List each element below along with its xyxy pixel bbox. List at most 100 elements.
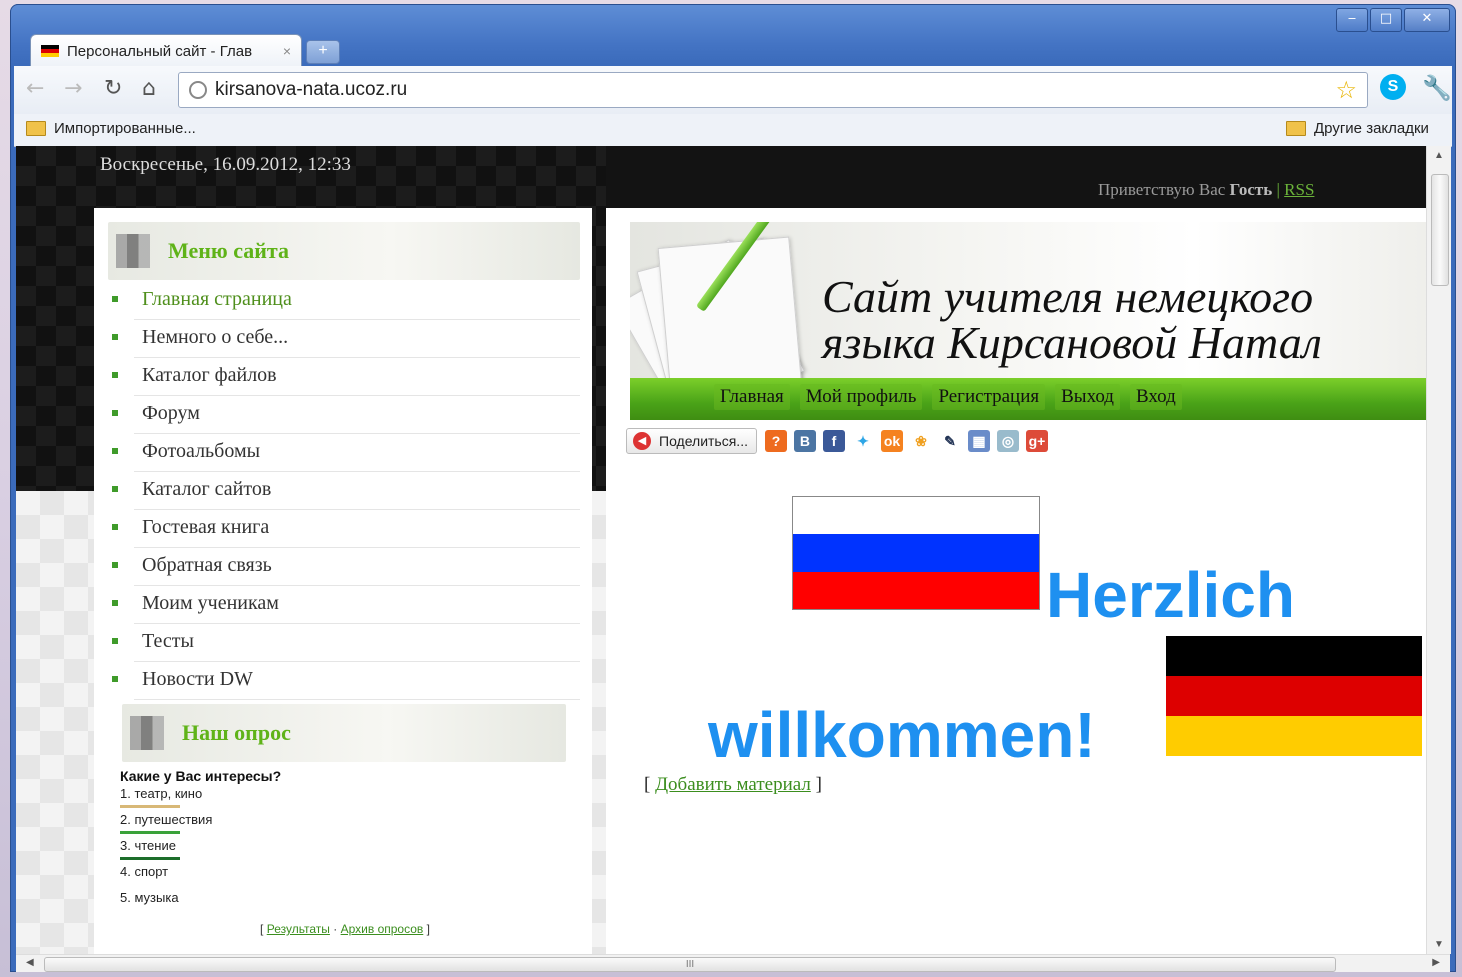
scroll-up-icon[interactable]: ▲: [1427, 150, 1451, 161]
poll-options: 1. театр, кино 2. путешествия 3. чтение 4. …: [120, 786, 570, 916]
forward-icon[interactable]: →: [64, 76, 82, 101]
welcome-word-2: willkommen!: [708, 699, 1096, 771]
greeting-prefix: Приветствую Вас: [1098, 180, 1226, 199]
menu-item[interactable]: Главная страница: [112, 282, 580, 320]
menu-item[interactable]: Немного о себе...: [112, 320, 580, 358]
delicious-icon[interactable]: ▦: [967, 430, 990, 452]
skype-icon[interactable]: S: [1380, 74, 1406, 100]
poll: Какие у Вас интересы? 1. театр, кино 2. п…: [120, 768, 570, 936]
scroll-thumb[interactable]: III: [44, 957, 1336, 972]
close-button[interactable]: ✕: [1404, 8, 1450, 32]
menu-item[interactable]: Фотоальбомы: [112, 434, 580, 472]
new-tab-button[interactable]: +: [306, 40, 340, 64]
menu-item[interactable]: Новости DW: [112, 662, 580, 700]
window-controls: ‒ □ ✕: [1334, 8, 1450, 32]
nav-login[interactable]: Вход: [1129, 384, 1182, 410]
block-icon: [116, 234, 150, 268]
scroll-down-icon[interactable]: ▼: [1427, 939, 1451, 950]
poll-option: 3. чтение: [120, 838, 570, 864]
add-material: [ Добавить материал ]: [644, 774, 822, 796]
scroll-left-icon[interactable]: ◀: [26, 957, 34, 968]
bracket: ]: [426, 922, 430, 936]
separator: |: [1276, 180, 1280, 199]
poll-question: Какие у Вас интересы?: [120, 768, 282, 784]
speaker-icon: ◀: [633, 432, 651, 450]
back-icon[interactable]: ←: [26, 76, 44, 101]
ask-icon[interactable]: ?: [764, 430, 787, 452]
poll-option: 4. спорт: [120, 864, 570, 890]
horizontal-scrollbar[interactable]: ◀ III ▶: [16, 954, 1450, 972]
tab-close-icon[interactable]: ×: [283, 43, 291, 59]
menu-item[interactable]: Моим ученикам: [112, 586, 580, 624]
bobrdobr-icon[interactable]: ◎: [996, 430, 1019, 452]
site-header: Сайт учителя немецкого языка Кирсановой …: [630, 222, 1426, 420]
reload-icon[interactable]: ↻: [104, 76, 122, 101]
poll-header: Наш опрос: [122, 704, 566, 762]
poll-option-label: 5. музыка: [120, 890, 179, 905]
nav-register[interactable]: Регистрация: [932, 384, 1046, 410]
poll-result-bar: [120, 857, 180, 860]
menu-header: Меню сайта: [108, 222, 580, 280]
minimize-button[interactable]: ‒: [1336, 8, 1368, 32]
livejournal-icon[interactable]: ✎: [938, 430, 961, 452]
separator-dot: ·: [333, 922, 338, 936]
site-title-line2: языка Кирсановой Натал: [822, 317, 1322, 368]
scroll-thumb[interactable]: [1431, 174, 1449, 286]
moimir-icon[interactable]: ❀: [909, 430, 932, 452]
vertical-scrollbar[interactable]: ▲ ▼: [1426, 146, 1451, 954]
bracket: [: [260, 922, 264, 936]
menu-item[interactable]: Форум: [112, 396, 580, 434]
menu-item[interactable]: Тесты: [112, 624, 580, 662]
vk-icon[interactable]: B: [793, 430, 816, 452]
menu-title: Меню сайта: [168, 238, 290, 263]
rss-link[interactable]: RSS: [1284, 180, 1314, 199]
russian-flag: [792, 496, 1040, 610]
poll-title: Наш опрос: [182, 720, 291, 745]
poll-option: 2. путешествия: [120, 812, 570, 838]
odnoklassniki-icon[interactable]: ok: [880, 430, 903, 452]
tab-title: Персональный сайт - Глав: [67, 42, 253, 60]
poll-results-link[interactable]: Результаты: [267, 922, 330, 936]
poll-archive-link[interactable]: Архив опросов: [341, 922, 424, 936]
greeting: Приветствую Вас Гость | RSS: [1098, 180, 1314, 200]
wrench-icon[interactable]: 🔧: [1422, 74, 1452, 102]
poll-result-bar: [120, 831, 180, 834]
poll-option-label: 4. спорт: [120, 864, 169, 879]
bookmark-folder-other[interactable]: Другие закладки: [1286, 120, 1429, 137]
add-material-link[interactable]: Добавить материал: [655, 774, 811, 795]
facebook-icon[interactable]: f: [822, 430, 845, 452]
page-viewport: Воскресенье, 16.09.2012, 12:33 Приветств…: [16, 146, 1426, 954]
block-icon: [130, 716, 164, 750]
url-text: kirsanova-nata.ucoz.ru: [215, 79, 408, 100]
welcome-word-1: Herzlich: [1046, 559, 1295, 631]
scroll-right-icon[interactable]: ▶: [1432, 957, 1440, 968]
share-button[interactable]: ◀ Поделиться...: [626, 428, 757, 454]
top-nav: Главная Мой профиль Регистрация Выход Вх…: [714, 384, 1192, 410]
tab-active[interactable]: Персональный сайт - Глав ×: [30, 34, 302, 67]
google-plus-icon[interactable]: g+: [1025, 430, 1048, 452]
date-time: Воскресенье, 16.09.2012, 12:33: [100, 154, 351, 175]
poll-option-label: 2. путешествия: [120, 812, 213, 827]
address-bar[interactable]: kirsanova-nata.ucoz.ru ☆: [178, 72, 1368, 108]
twitter-icon[interactable]: ✦: [851, 430, 874, 452]
nav-home[interactable]: Главная: [714, 384, 790, 410]
menu-item[interactable]: Обратная связь: [112, 548, 580, 586]
germany-flag-icon: [41, 45, 59, 57]
home-icon[interactable]: ⌂: [142, 76, 156, 101]
menu-item[interactable]: Каталог файлов: [112, 358, 580, 396]
german-flag: [1166, 636, 1422, 756]
maximize-button[interactable]: □: [1370, 8, 1402, 32]
nav-profile[interactable]: Мой профиль: [799, 384, 923, 410]
nav-logout[interactable]: Выход: [1055, 384, 1120, 410]
bookmark-label: Импортированные...: [54, 120, 196, 137]
greeting-user: Гость: [1229, 180, 1273, 199]
poll-option: 1. театр, кино: [120, 786, 570, 812]
menu-item[interactable]: Каталог сайтов: [112, 472, 580, 510]
bracket: [: [644, 774, 651, 795]
bookmark-star-icon[interactable]: ☆: [1335, 76, 1357, 104]
share-bar: ◀ Поделиться... ? B f ✦ ok ❀ ✎ ▦ ◎ g+: [626, 428, 1055, 454]
site-title: Сайт учителя немецкого языка Кирсановой …: [822, 274, 1322, 366]
menu-item[interactable]: Гостевая книга: [112, 510, 580, 548]
bookmark-folder-imported[interactable]: Импортированные...: [26, 120, 196, 137]
bracket: ]: [815, 774, 822, 795]
